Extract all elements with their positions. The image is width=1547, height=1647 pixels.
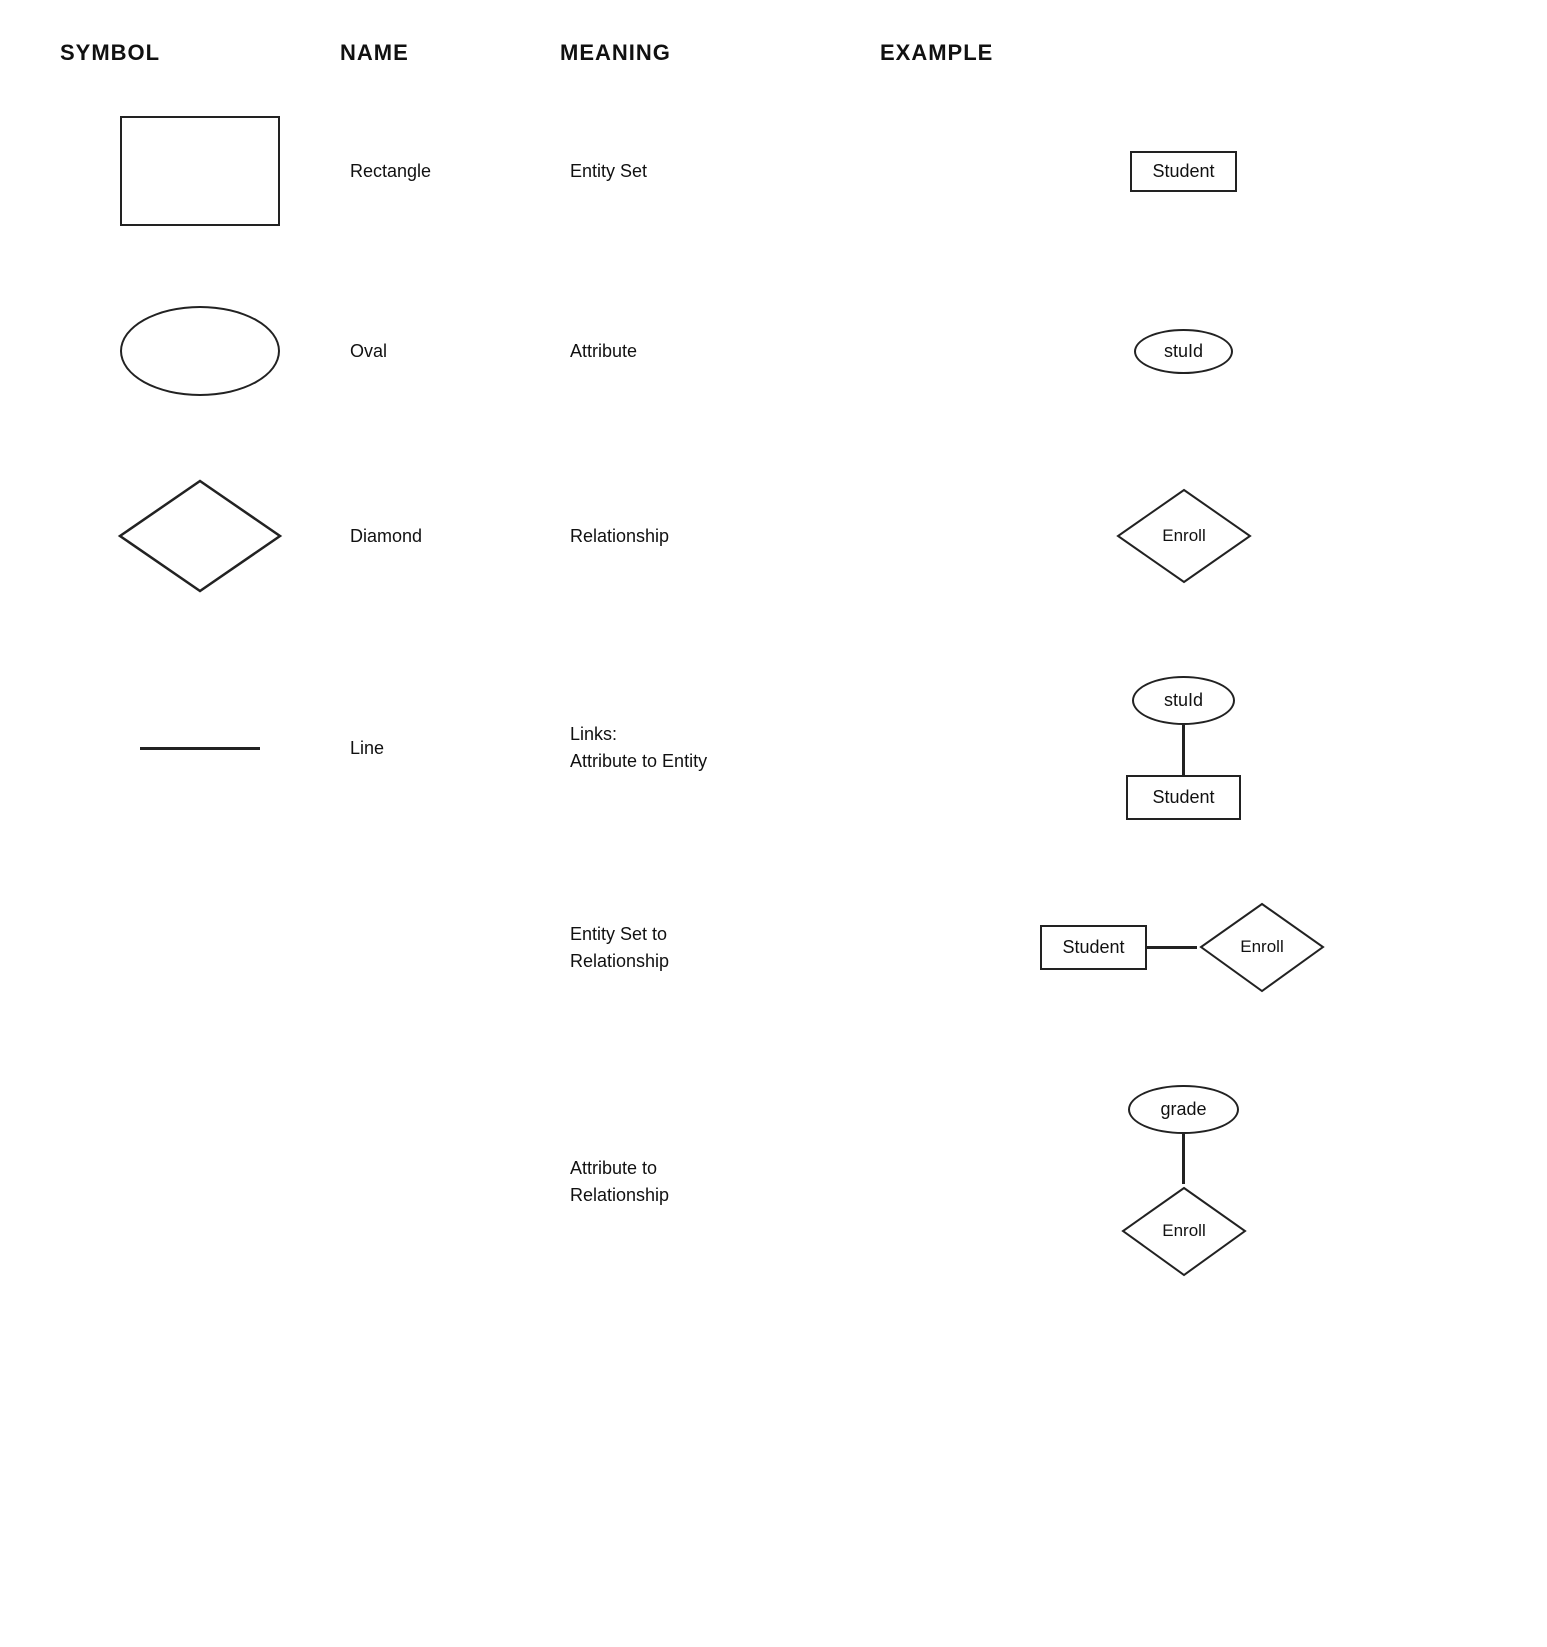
table-row: Diamond Relationship Enroll xyxy=(60,466,1487,606)
attr-rel-diamond: Enroll xyxy=(1119,1184,1249,1279)
header-symbol: SYMBOL xyxy=(60,40,340,76)
table-header: SYMBOL NAME MEANING EXAMPLE xyxy=(60,40,1487,76)
entity-rel-example: Student Enroll xyxy=(880,890,1487,1005)
diamond-meaning: Relationship xyxy=(560,526,880,547)
entity-rel-meaning-line1: Entity Set to xyxy=(570,924,667,944)
rectangle-name: Rectangle xyxy=(340,161,560,182)
diamond-example-label: Enroll xyxy=(1162,526,1205,545)
entity-rel-connector xyxy=(1147,946,1197,949)
rectangle-meaning: Entity Set xyxy=(560,161,880,182)
line-meaning-line2: Attribute to Entity xyxy=(570,751,707,771)
entity-rel-diagram: Student Enroll xyxy=(1040,900,1326,995)
rectangle-example: Student xyxy=(880,141,1487,202)
line-example-rect-label: Student xyxy=(1152,787,1214,807)
oval-symbol xyxy=(120,306,280,396)
attr-rel-meaning-line2: Relationship xyxy=(570,1185,669,1205)
oval-meaning: Attribute xyxy=(560,341,880,362)
attr-rel-meaning: Attribute to Relationship xyxy=(560,1155,880,1209)
line-symbol xyxy=(140,747,260,750)
line-meaning-line1: Links: xyxy=(570,724,617,744)
entity-rel-diamond-label: Enroll xyxy=(1240,937,1283,956)
attr-rel-oval: grade xyxy=(1128,1085,1238,1134)
oval-example-shape: stuId xyxy=(1134,329,1233,374)
entity-rel-rect: Student xyxy=(1040,925,1146,970)
attr-rel-example: grade Enroll xyxy=(880,1075,1487,1289)
oval-symbol-cell xyxy=(60,296,340,406)
er-diagram-reference: SYMBOL NAME MEANING EXAMPLE Rectangle En… xyxy=(0,0,1547,1369)
entity-rel-meaning-line2: Relationship xyxy=(570,951,669,971)
line-example-oval-label: stuId xyxy=(1164,690,1203,710)
line-example-rect: Student xyxy=(1126,775,1240,820)
table-row: Line Links: Attribute to Entity stuId St… xyxy=(60,666,1487,830)
rectangle-symbol xyxy=(120,116,280,226)
line-example-oval: stuId xyxy=(1132,676,1235,725)
line-connector-vertical xyxy=(1182,725,1185,775)
header-meaning: MEANING xyxy=(560,40,880,76)
rectangle-symbol-cell xyxy=(60,106,340,236)
entity-rel-meaning: Entity Set to Relationship xyxy=(560,921,880,975)
table-row: Attribute to Relationship grade Enroll xyxy=(60,1075,1487,1289)
table-row: Entity Set to Relationship Student Enrol… xyxy=(60,890,1487,1005)
oval-name: Oval xyxy=(340,341,560,362)
attr-rel-connector xyxy=(1182,1134,1185,1184)
diamond-example: Enroll xyxy=(880,476,1487,596)
oval-example-label: stuId xyxy=(1164,341,1203,361)
diamond-symbol-cell xyxy=(60,466,340,606)
line-symbol-cell xyxy=(60,737,340,760)
attr-rel-diagram: grade Enroll xyxy=(1119,1085,1249,1279)
rectangle-example-label: Student xyxy=(1152,161,1214,181)
entity-rel-diamond: Enroll xyxy=(1197,900,1327,995)
attr-rel-oval-label: grade xyxy=(1160,1099,1206,1119)
line-example-diagram: stuId Student xyxy=(1126,676,1240,820)
rectangle-example-shape: Student xyxy=(1130,151,1236,192)
diamond-example-shape: Enroll xyxy=(1114,486,1254,586)
attr-rel-meaning-line1: Attribute to xyxy=(570,1158,657,1178)
entity-rel-rect-label: Student xyxy=(1062,937,1124,957)
attr-rel-diamond-label: Enroll xyxy=(1162,1221,1205,1240)
header-name: NAME xyxy=(340,40,560,76)
line-meaning: Links: Attribute to Entity xyxy=(560,721,880,775)
diamond-name: Diamond xyxy=(340,526,560,547)
line-example: stuId Student xyxy=(880,666,1487,830)
table-row: Oval Attribute stuId xyxy=(60,296,1487,406)
line-name: Line xyxy=(340,738,560,759)
diamond-symbol xyxy=(115,476,285,596)
header-example: EXAMPLE xyxy=(880,40,1487,76)
table-row: Rectangle Entity Set Student xyxy=(60,106,1487,236)
oval-example: stuId xyxy=(880,319,1487,384)
